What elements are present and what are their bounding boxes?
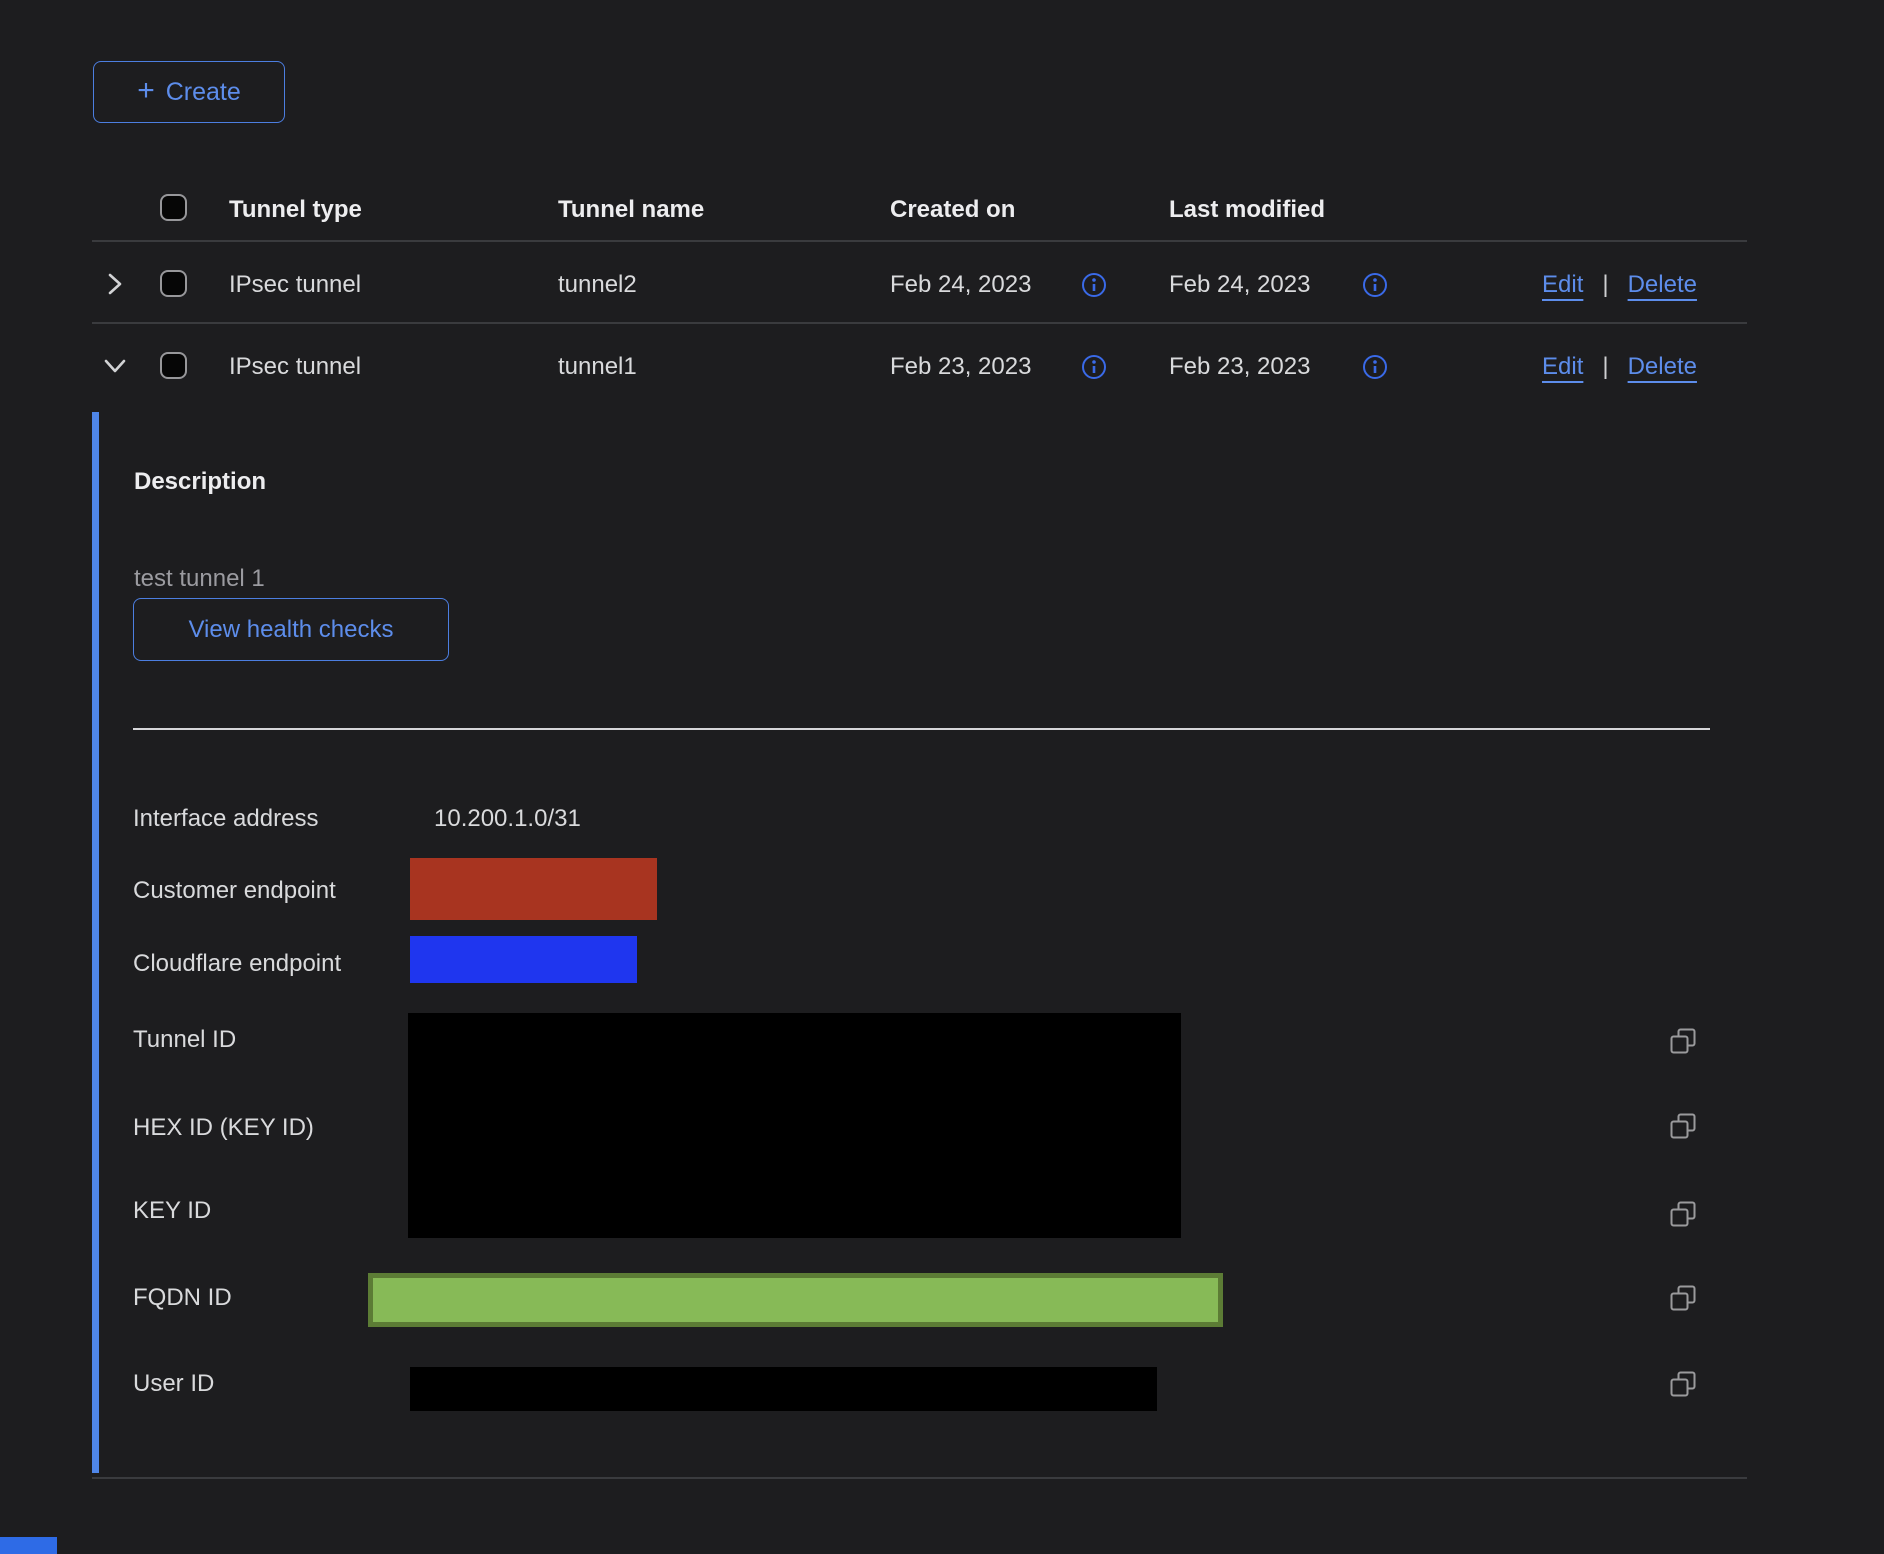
key-id-label: KEY ID: [133, 1196, 211, 1226]
cloudflare-endpoint-redaction: [410, 936, 637, 983]
ids-redaction: [408, 1013, 1181, 1238]
copy-icon[interactable]: [1668, 1111, 1698, 1141]
edit-link[interactable]: Edit: [1542, 352, 1583, 382]
fqdn-id-redaction: [368, 1273, 1223, 1327]
info-icon[interactable]: [1362, 354, 1388, 380]
description-value: test tunnel 1: [134, 564, 265, 594]
user-id-redaction: [410, 1367, 1157, 1411]
row-divider: [92, 322, 1747, 324]
edit-link[interactable]: Edit: [1542, 270, 1583, 300]
info-icon[interactable]: [1081, 272, 1107, 298]
last-modified-cell: Feb 23, 2023: [1169, 352, 1310, 382]
tunnels-page: + Create Tunnel type Tunnel name Created…: [0, 0, 1884, 1554]
info-icon[interactable]: [1081, 354, 1107, 380]
section-divider: [133, 728, 1710, 730]
customer-endpoint-label: Customer endpoint: [133, 876, 336, 906]
column-header-tunnel-type: Tunnel type: [229, 195, 362, 225]
view-health-checks-label: View health checks: [188, 616, 393, 644]
header-divider: [92, 240, 1747, 242]
created-on-cell: Feb 23, 2023: [890, 352, 1031, 382]
last-modified-cell: Feb 24, 2023: [1169, 270, 1310, 300]
bottom-left-accent: [0, 1537, 57, 1554]
fqdn-id-label: FQDN ID: [133, 1283, 232, 1313]
info-icon[interactable]: [1362, 272, 1388, 298]
description-label: Description: [134, 467, 266, 497]
chevron-right-icon[interactable]: [104, 271, 126, 297]
create-button-label: Create: [166, 78, 241, 107]
expanded-row-accent-bar: [92, 412, 99, 1473]
column-header-last-modified: Last modified: [1169, 195, 1325, 225]
delete-link[interactable]: Delete: [1628, 270, 1697, 300]
interface-address-label: Interface address: [133, 804, 318, 834]
customer-endpoint-redaction: [410, 858, 657, 920]
plus-icon: +: [137, 74, 155, 108]
tunnel-id-label: Tunnel ID: [133, 1025, 236, 1055]
column-header-tunnel-name: Tunnel name: [558, 195, 704, 225]
row-checkbox[interactable]: [160, 352, 187, 379]
copy-icon[interactable]: [1668, 1026, 1698, 1056]
row-checkbox[interactable]: [160, 270, 187, 297]
expanded-bottom-divider: [92, 1477, 1747, 1479]
column-header-created-on: Created on: [890, 195, 1015, 225]
row-actions: Edit | Delete: [1542, 352, 1697, 382]
copy-icon[interactable]: [1668, 1369, 1698, 1399]
tunnel-type-cell: IPsec tunnel: [229, 352, 361, 382]
copy-icon[interactable]: [1668, 1199, 1698, 1229]
action-separator: |: [1602, 270, 1608, 300]
delete-link[interactable]: Delete: [1628, 352, 1697, 382]
chevron-down-icon[interactable]: [102, 355, 128, 377]
row-actions: Edit | Delete: [1542, 270, 1697, 300]
create-button[interactable]: + Create: [93, 61, 285, 123]
created-on-cell: Feb 24, 2023: [890, 270, 1031, 300]
action-separator: |: [1602, 352, 1608, 382]
interface-address-value: 10.200.1.0/31: [434, 804, 581, 834]
select-all-checkbox[interactable]: [160, 194, 187, 221]
view-health-checks-button[interactable]: View health checks: [133, 598, 449, 661]
hex-id-label: HEX ID (KEY ID): [133, 1113, 314, 1143]
user-id-label: User ID: [133, 1369, 214, 1399]
tunnel-name-cell: tunnel2: [558, 270, 637, 300]
copy-icon[interactable]: [1668, 1283, 1698, 1313]
tunnel-type-cell: IPsec tunnel: [229, 270, 361, 300]
cloudflare-endpoint-label: Cloudflare endpoint: [133, 949, 341, 979]
tunnel-name-cell: tunnel1: [558, 352, 637, 382]
